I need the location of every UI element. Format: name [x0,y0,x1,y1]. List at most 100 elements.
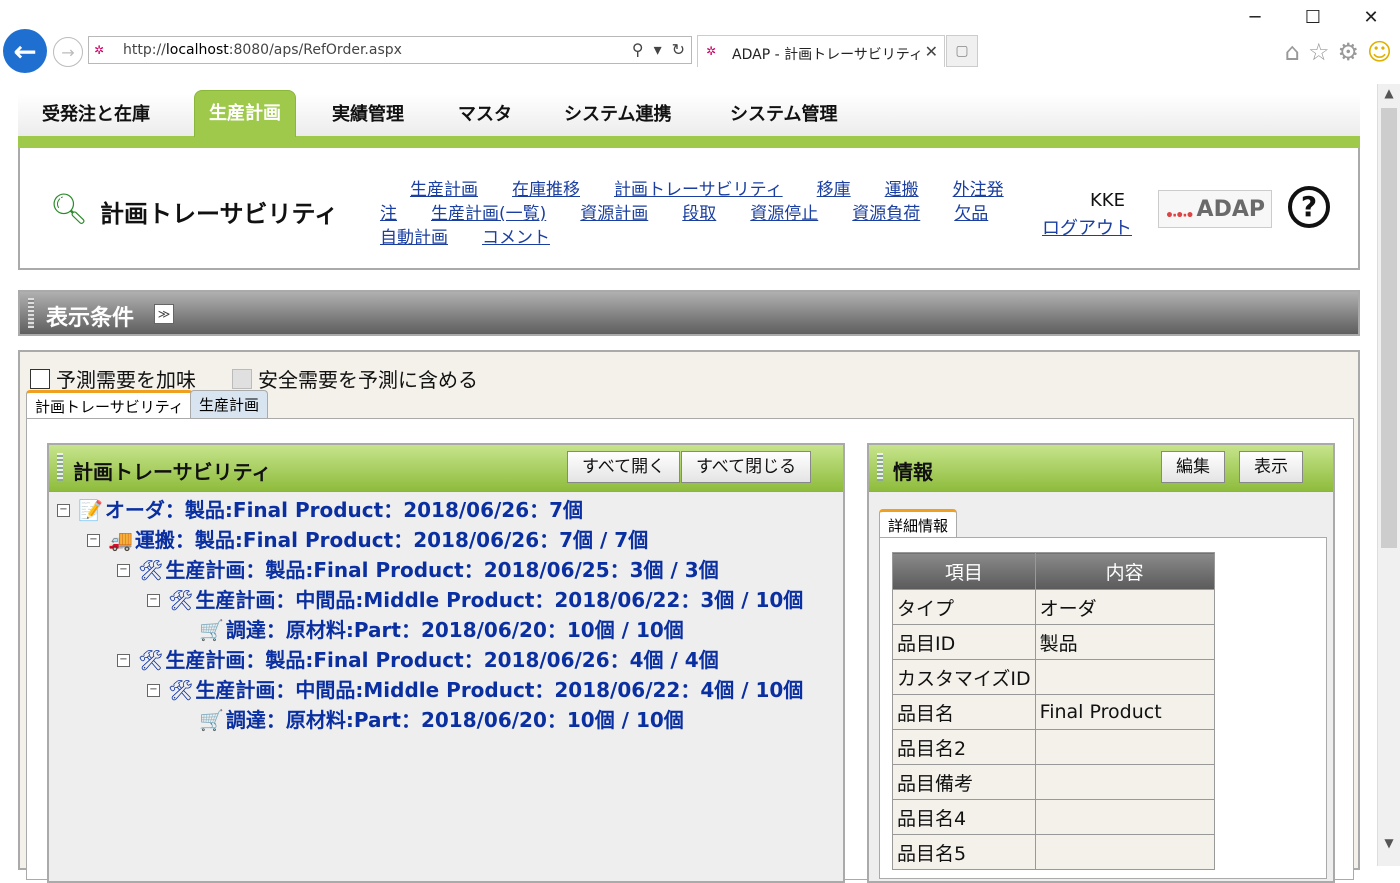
link-transport[interactable]: 運搬 [885,180,919,200]
maximize-icon[interactable]: ☐ [1284,0,1342,34]
minimize-icon[interactable]: ─ [1226,0,1284,34]
tree-node[interactable]: − 🛠 生産計画：製品:Final Product：2018/06/25：3個 … [117,555,719,585]
dropdown-icon[interactable]: ▾ [654,40,662,59]
collapse-toggle-icon[interactable]: − [147,683,160,697]
refresh-icon[interactable]: ↻ [672,40,685,59]
close-window-icon[interactable]: ✕ [1342,0,1400,34]
detail-info-body: 項目 内容 タイプ オーダ 品目ID 製品 カスタマイズID 品目名 Final Pr… [879,537,1327,879]
grip-icon [877,453,883,481]
info-panel-title: 情報 [893,460,933,484]
collapse-all-button[interactable]: すべて閉じる [681,451,812,483]
tab-close-icon[interactable]: ✕ [925,42,938,61]
table-row: 品目備考 [892,764,1215,800]
cart-icon: 🛒 [199,708,224,732]
safety-checkbox [232,368,252,389]
settings-gear-icon[interactable]: ⚙ [1337,38,1359,66]
scroll-down-icon[interactable]: ▼ [1378,836,1400,854]
safety-label: 安全需要を予測に含める [258,368,478,392]
link-transfer[interactable]: 移庫 [817,180,851,200]
display-conditions-bar[interactable]: 表示条件 ≫ [18,290,1360,336]
link-comment[interactable]: コメント [482,228,550,248]
expand-all-button[interactable]: すべて開く [567,451,681,483]
tree-node[interactable]: − 🛠 生産計画：中間品:Middle Product：2018/06/22：3… [147,585,803,615]
tree-node[interactable]: 🛒 調達：原材料:Part：2018/06/20：10個 / 10個 [199,705,684,735]
tab-production-plan[interactable]: 生産計画 [190,390,269,419]
forward-arrow-icon[interactable]: → [53,37,83,67]
forecast-label: 予測需要を加味 [56,368,196,392]
grip-icon [28,298,34,328]
main-menu: 受発注と在庫 生産計画 実績管理 マスタ システム連携 システム管理 [18,90,1360,148]
menu-results[interactable]: 実績管理 [332,94,404,136]
display-conditions-title: 表示条件 [46,306,135,331]
link-inventory-trend[interactable]: 在庫推移 [512,180,580,200]
link-setup[interactable]: 段取 [682,204,716,224]
tools-icon: 🛠 [168,678,194,702]
address-bar[interactable]: ✲ http://localhost:8080/aps/RefOrder.asp… [88,36,692,64]
forecast-option[interactable]: 予測需要を加味 [30,364,196,393]
column-header-content: 内容 [1034,552,1215,590]
table-row: 品目名5 [892,834,1215,870]
back-arrow-icon[interactable]: ← [3,29,47,73]
feedback-smiley-icon[interactable]: ☺ [1367,38,1392,66]
table-row: タイプ オーダ [892,589,1215,625]
tree-node[interactable]: − 🛠 生産計画：製品:Final Product：2018/06/26：4個 … [117,645,719,675]
collapse-toggle-icon[interactable]: − [87,533,100,547]
collapse-toggle-icon[interactable]: − [57,503,70,517]
logout-link[interactable]: ログアウト [1042,214,1132,240]
info-panel-header: 情報 編集 表示 [869,445,1333,492]
table-row: 品目名2 [892,729,1215,765]
link-production-plan[interactable]: 生産計画 [410,180,478,200]
traceability-panel: 計画トレーサビリティ すべて開く すべて閉じる − 📝 オーダ：製品:Final… [47,443,845,883]
tab-plan-traceability[interactable]: 計画トレーサビリティ [26,390,193,421]
order-memo-icon: 📝 [78,498,103,522]
magnifier-page-icon: 🔍︎ [50,192,89,227]
subtab-content: 計画トレーサビリティ すべて開く すべて閉じる − 📝 オーダ：製品:Final… [26,418,1354,883]
cart-icon: 🛒 [199,618,224,642]
safety-option: 安全需要を予測に含める [232,364,478,393]
user-name: KKE [1090,190,1125,211]
main-panel: 予測需要を加味 安全需要を予測に含める 計画トレーサビリティ 生産計画 計画トレ… [18,350,1360,883]
expand-chevron-icon[interactable]: ≫ [154,304,174,324]
tree-node[interactable]: − 📝 オーダ：製品:Final Product：2018/06/26：7個 [57,495,583,525]
adap-logo: •·•·• ADAP [1158,190,1272,228]
url-text[interactable]: http://localhost:8080/aps/RefOrder.aspx [123,42,402,58]
browser-tab[interactable]: ✲ ADAP - 計画トレーサビリティ ✕ [697,35,945,67]
new-tab-icon[interactable]: ▢ [946,35,978,67]
link-auto-plan[interactable]: 自動計画 [380,228,448,248]
tree-node[interactable]: − 🛠 生産計画：中間品:Middle Product：2018/06/22：4… [147,675,803,705]
forecast-checkbox[interactable] [30,368,50,389]
search-icon[interactable]: ⚲ [632,40,644,59]
collapse-toggle-icon[interactable]: − [117,563,130,577]
menu-production-plan[interactable]: 生産計画 [194,90,296,137]
collapse-toggle-icon[interactable]: − [147,593,160,607]
menu-orders-inventory[interactable]: 受発注と在庫 [42,94,150,136]
edit-button[interactable]: 編集 [1161,451,1225,483]
link-plan-traceability[interactable]: 計画トレーサビリティ [614,180,783,200]
favorites-star-icon[interactable]: ☆ [1308,38,1330,66]
vertical-scrollbar[interactable]: ▲ ▼ [1377,84,1400,866]
logo-dots-icon: •·•·• [1165,208,1195,224]
link-production-plan-list[interactable]: 生産計画(一覧) [431,204,546,224]
link-resource-load[interactable]: 資源負荷 [852,204,920,224]
collapse-toggle-icon[interactable]: − [117,653,130,667]
tree-node[interactable]: − 🚚 運搬：製品:Final Product：2018/06/26：7個 / … [87,525,648,555]
help-icon[interactable]: ? [1288,186,1330,228]
view-button[interactable]: 表示 [1239,451,1303,483]
home-icon[interactable]: ⌂ [1285,38,1300,66]
grip-icon [57,453,63,481]
detail-table: 項目 内容 タイプ オーダ 品目ID 製品 カスタマイズID 品目名 Final Pr… [892,552,1215,870]
menu-master[interactable]: マスタ [458,94,512,136]
link-shortage[interactable]: 欠品 [954,204,988,224]
tools-icon: 🛠 [168,588,194,612]
menu-system-admin[interactable]: システム管理 [730,94,837,136]
scroll-thumb[interactable] [1381,108,1397,548]
scroll-up-icon[interactable]: ▲ [1378,86,1400,104]
menu-system-integration[interactable]: システム連携 [564,94,671,136]
link-resource-plan[interactable]: 資源計画 [580,204,648,224]
app-container: 受発注と在庫 生産計画 実績管理 マスタ システム連携 システム管理 🔍︎ 計画… [18,90,1360,883]
page-header: 🔍︎ 計画トレーサビリティ 生産計画 在庫推移 計画トレーサビリティ 移庫 運搬 外注発注… [18,148,1360,270]
tree-node[interactable]: 🛒 調達：原材料:Part：2018/06/20：10個 / 10個 [199,615,684,645]
link-resource-stop[interactable]: 資源停止 [750,204,818,224]
tab-detail-info[interactable]: 詳細情報 [879,509,958,540]
table-row: 品目ID 製品 [892,624,1215,660]
